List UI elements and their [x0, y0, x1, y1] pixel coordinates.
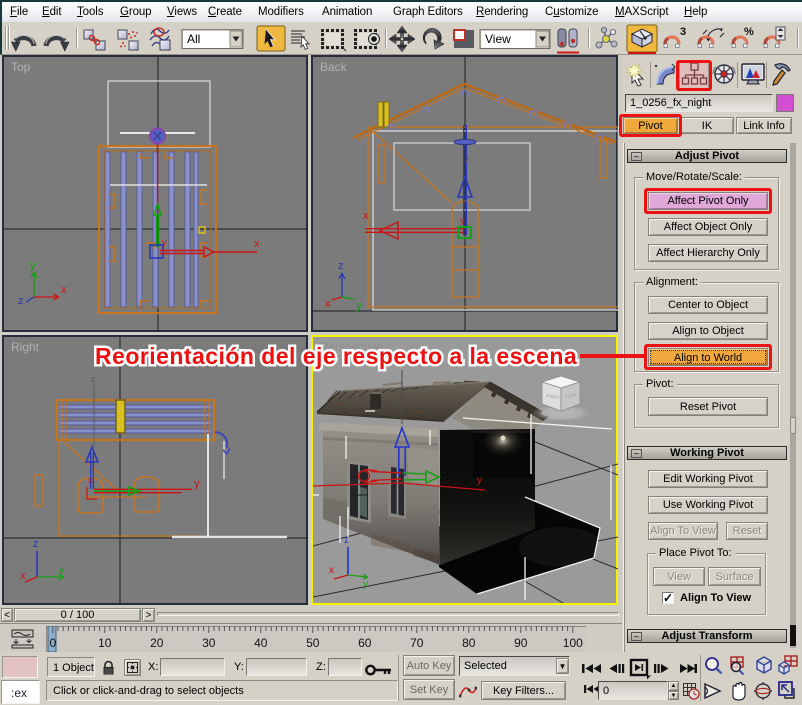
svg-text:z: z	[33, 538, 39, 550]
svg-text:y: y	[363, 579, 368, 590]
svg-text:x: x	[254, 238, 260, 250]
svg-text:x: x	[20, 570, 26, 582]
svg-text:y: y	[30, 260, 36, 272]
svg-text:10: 10	[98, 636, 112, 650]
svg-text:x: x	[329, 565, 334, 576]
svg-text:60: 60	[358, 636, 372, 650]
svg-text:y: y	[59, 564, 65, 576]
svg-text:0: 0	[49, 636, 56, 650]
svg-text:z: z	[465, 154, 470, 164]
svg-text:y: y	[162, 237, 167, 247]
svg-text:z: z	[18, 295, 24, 307]
svg-text:3: 3	[680, 26, 686, 38]
svg-text:50: 50	[306, 636, 320, 650]
svg-text:80: 80	[462, 636, 476, 650]
svg-text:%: %	[744, 26, 754, 38]
svg-text:30: 30	[202, 636, 216, 650]
svg-text:x: x	[61, 284, 67, 296]
svg-text:y: y	[460, 215, 465, 225]
svg-text:All: All	[187, 32, 200, 46]
svg-text:y: y	[194, 478, 200, 490]
svg-text:z: z	[338, 260, 344, 272]
svg-text:40: 40	[254, 636, 268, 650]
svg-text:Reorientación del eje respecto: Reorientación del eje respecto a la esce…	[95, 343, 577, 369]
svg-text:y: y	[477, 475, 482, 486]
svg-text:x: x	[88, 475, 93, 485]
svg-text:y: y	[356, 300, 362, 312]
svg-text:View: View	[485, 32, 511, 46]
svg-text:x: x	[363, 210, 369, 222]
svg-text:90: 90	[514, 636, 528, 650]
svg-text:x: x	[325, 298, 331, 310]
svg-text:70: 70	[410, 636, 424, 650]
svg-text:100: 100	[563, 636, 583, 650]
svg-text:z: z	[344, 535, 349, 546]
svg-text:20: 20	[150, 636, 164, 650]
